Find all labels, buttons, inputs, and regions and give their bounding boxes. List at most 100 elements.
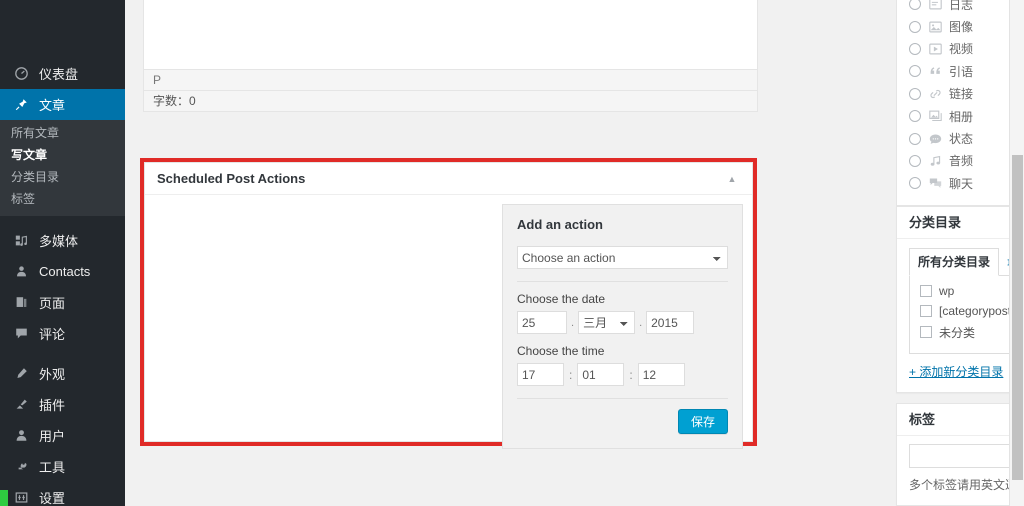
post-format-option-link[interactable]: 链接 [909,83,1024,105]
categories-title: 分类目录 [909,214,962,230]
radio-icon[interactable] [909,132,921,145]
post-editor: P 字数：0 [143,0,758,112]
sidebar-item-users[interactable]: 用户 [0,420,125,451]
sidebar-item-label: 文章 [39,98,66,113]
time-separator-2: : [629,367,633,382]
date-year-input[interactable] [646,311,695,334]
time-hour-input[interactable] [517,363,564,386]
radio-icon[interactable] [909,42,921,55]
categories-box: 分类目录 ▲ 所有分类目录 最常用 wp [896,205,1024,393]
sidebar-subitem-tags[interactable]: 标签 [0,188,125,210]
post-format-label: 日志 [949,0,974,12]
categories-header[interactable]: 分类目录 ▲ [897,207,1024,239]
action-select[interactable]: Choose an action [517,246,728,269]
date-row: . 三月 . [517,311,728,334]
post-format-option-quote[interactable]: 引语 [909,60,1024,82]
chevron-up-icon[interactable]: ▲ [720,163,744,195]
radio-icon[interactable] [909,0,921,11]
sidebar-item-label: Contacts [39,264,91,279]
sidebar-item-appearance[interactable]: 外观 [0,358,125,389]
time-second-input[interactable] [637,363,685,386]
sidebar-item-dashboard[interactable]: 仪表盘 [0,58,125,89]
panel-divider-1 [517,281,728,282]
tag-input-row: 添加 [909,443,1024,468]
sidebar-item-media[interactable]: 多媒体 [0,225,125,256]
sidebar-subitem-categories[interactable]: 分类目录 [0,166,125,188]
sidebar-item-label: 仪表盘 [39,67,79,82]
sidebar-submenu-posts: 所有文章 写文章 分类目录 标签 [0,120,125,216]
tags-header[interactable]: 标签 ▲ [897,404,1024,436]
editor-path-indicator: P [144,69,757,90]
sidebar-top-spacer [0,0,125,58]
tab-all-categories[interactable]: 所有分类目录 [909,247,1000,276]
radio-icon[interactable] [909,65,921,78]
post-format-label: 相册 [949,109,974,124]
sidebar-item-contacts[interactable]: Contacts [0,256,125,287]
date-label: Choose the date [517,292,606,306]
chat-icon [928,176,943,190]
category-label: wp [939,283,955,298]
date-day-input[interactable] [517,311,567,334]
sidebar-item-pages[interactable]: 页面 [0,287,125,318]
post-format-label: 引语 [949,64,974,79]
sidebar-item-posts[interactable]: 文章 [0,89,125,120]
sidebar-separator-2 [0,349,125,358]
radio-icon[interactable] [909,110,921,123]
time-minute-input[interactable] [577,363,625,386]
tags-box: 标签 ▲ 添加 多个标签请用英文逗号（,）分开 [896,402,1024,506]
editor-canvas[interactable] [144,0,757,69]
image-icon [928,20,943,34]
metabox-header[interactable]: Scheduled Post Actions ▲ [145,163,752,195]
sidebar-item-label: 多媒体 [39,234,79,249]
sidebar-item-plugins[interactable]: 插件 [0,389,125,420]
radio-icon[interactable] [909,20,921,33]
checkbox-icon[interactable] [920,326,932,339]
add-action-panel: Add an action Choose an action Choose th… [502,204,743,449]
admin-sidebar: 仪表盘 文章 所有文章 写文章 分类目录 标签 多媒体 Contacts 页面 … [0,0,125,506]
time-separator-1: : [569,367,573,382]
sidebar-item-comments[interactable]: 评论 [0,318,125,349]
post-format-option-audio[interactable]: 音频 [909,150,1024,172]
sidebar-item-label: 插件 [39,398,66,413]
post-format-label: 音频 [949,154,974,169]
tag-hint-text: 多个标签请用英文逗号（,）分开 [909,477,1024,492]
categories-body: 所有分类目录 最常用 wp [categoryposts] [897,239,1024,392]
save-button[interactable]: 保存 [677,409,728,434]
date-separator-2: . [639,316,643,329]
sidebar-subitem-add-new[interactable]: 写文章 [0,144,125,166]
post-format-option-gallery[interactable]: 相册 [909,105,1024,127]
pages-icon [11,296,31,309]
page-scrollbar[interactable] [1009,0,1024,506]
tag-input[interactable] [909,443,1024,468]
media-icon [11,234,31,247]
sidebar-subitem-all-posts[interactable]: 所有文章 [0,122,125,144]
radio-icon[interactable] [909,154,921,167]
admin-page: 仪表盘 文章 所有文章 写文章 分类目录 标签 多媒体 Contacts 页面 … [0,0,1024,506]
sidebar-item-label: 评论 [39,327,66,342]
category-label: 未分类 [939,325,976,340]
scrollbar-thumb[interactable] [1012,155,1023,480]
post-format-option-image[interactable]: 图像 [909,15,1024,37]
date-separator-1: . [571,316,575,329]
checkbox-icon[interactable] [920,304,932,317]
dashboard-icon [11,67,31,80]
post-format-option-aside[interactable]: 日志 [909,0,1024,15]
radio-icon[interactable] [909,87,921,100]
add-new-category-link[interactable]: + 添加新分类目录 [909,363,1003,380]
checkbox-icon[interactable] [920,284,932,297]
tags-body: 添加 多个标签请用英文逗号（,）分开 [897,436,1024,505]
sidebar-separator [0,216,125,225]
radio-icon[interactable] [909,177,921,190]
main-content: P 字数：0 Scheduled Post Actions ▲ Add an a… [125,0,1024,506]
sidebar-item-label: 工具 [39,460,66,475]
post-format-option-status[interactable]: 状态 [909,127,1024,149]
date-month-select[interactable]: 三月 [578,311,636,334]
post-format-option-chat[interactable]: 聊天 [909,172,1024,194]
metabox-body: Add an action Choose an action Choose th… [145,195,752,449]
sidebar-item-settings[interactable]: 设置 [0,482,125,506]
post-format-label: 状态 [949,132,974,147]
post-format-box: 日志 图像 视频 引语 链接 相册 状态 音频 聊天 [896,0,1024,206]
link-icon [928,87,943,101]
sidebar-item-tools[interactable]: 工具 [0,451,125,482]
post-format-option-video[interactable]: 视频 [909,38,1024,60]
